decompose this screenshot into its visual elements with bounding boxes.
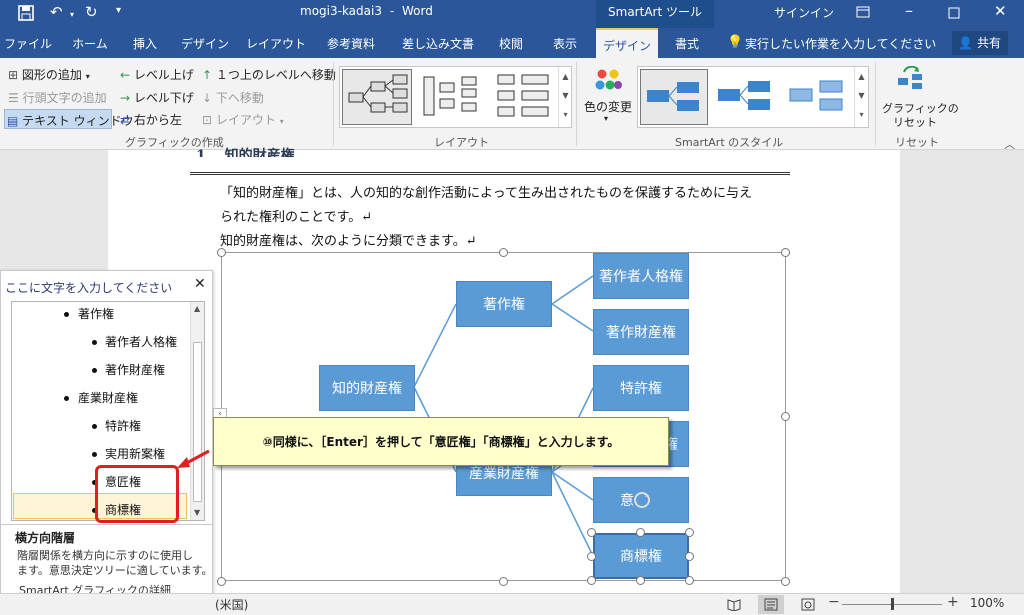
- text-pane-item[interactable]: 著作者人格権: [105, 333, 177, 350]
- scroll-up-icon[interactable]: ▲: [194, 304, 200, 313]
- layout-description-line2: ます。意思決定ツリーに適しています。: [17, 564, 213, 577]
- text-pane-item[interactable]: 著作権: [78, 305, 114, 322]
- scroll-down-icon[interactable]: ▼: [194, 508, 200, 517]
- text-pane-title: ここに文字を入力してください: [5, 281, 173, 295]
- node-resize-handle[interactable]: [587, 528, 596, 537]
- bullet-icon: [64, 396, 69, 401]
- smartart-node-trademark[interactable]: 商標権: [593, 533, 689, 579]
- zoom-out-button[interactable]: −: [828, 594, 840, 610]
- text-pane-item[interactable]: 実用新案権: [105, 445, 165, 462]
- node-resize-handle[interactable]: [636, 576, 645, 585]
- close-pane-icon[interactable]: ✕: [194, 276, 206, 292]
- text-pane-item[interactable]: 特許権: [105, 417, 141, 434]
- web-layout-icon[interactable]: [801, 598, 815, 611]
- layout-name: 横方向階層: [15, 531, 76, 545]
- zoom-level[interactable]: 100%: [970, 596, 1004, 610]
- node-resize-handle[interactable]: [587, 576, 596, 585]
- text-pane-item[interactable]: 産業財産権: [78, 389, 138, 406]
- node-resize-handle[interactable]: [636, 528, 645, 537]
- highlight-box: [95, 465, 179, 523]
- layout-description-line1: 階層関係を横方向に示すのに使用し: [17, 549, 193, 562]
- smartart-node-property-rights[interactable]: 著作財産権: [593, 309, 689, 355]
- rotate-handle-icon[interactable]: [632, 490, 652, 510]
- smartart-node-moral-rights[interactable]: 著作者人格権: [593, 253, 689, 299]
- zoom-in-button[interactable]: +: [947, 594, 959, 610]
- node-resize-handle[interactable]: [685, 552, 694, 561]
- language-indicator[interactable]: (米国): [215, 596, 248, 613]
- zoom-slider-thumb[interactable]: [891, 598, 894, 610]
- read-mode-icon[interactable]: [727, 598, 741, 611]
- node-resize-handle[interactable]: [685, 528, 694, 537]
- red-arrow-icon: [177, 449, 210, 468]
- pane-divider: [1, 524, 212, 525]
- bullet-icon: [92, 424, 97, 429]
- bullet-icon: [92, 368, 97, 373]
- node-resize-handle[interactable]: [685, 576, 694, 585]
- bullet-icon: [64, 312, 69, 317]
- smartart-node-patent[interactable]: 特許権: [593, 365, 689, 411]
- text-pane-scrollbar[interactable]: ▲ ▼: [190, 302, 204, 520]
- print-layout-icon: [764, 598, 778, 611]
- smartart-node-copyright[interactable]: 著作権: [456, 281, 552, 327]
- status-bar: (米国) − + 100%: [0, 593, 1024, 615]
- bullet-icon: [92, 452, 97, 457]
- instruction-callout: ⑩同様に、［Enter］を押して「意匠権」「商標権」と入力します。: [213, 417, 669, 466]
- scroll-thumb[interactable]: [193, 342, 202, 502]
- smartart-node-root[interactable]: 知的財産権: [319, 365, 415, 411]
- text-pane-item[interactable]: 著作財産権: [105, 361, 165, 378]
- bullet-icon: [92, 340, 97, 345]
- print-layout-active[interactable]: [758, 595, 784, 614]
- node-resize-handle[interactable]: [587, 552, 596, 561]
- smartart-text-pane: ここに文字を入力してください ✕ 著作権 著作者人格権 著作財産権 産業財産権 …: [0, 270, 213, 603]
